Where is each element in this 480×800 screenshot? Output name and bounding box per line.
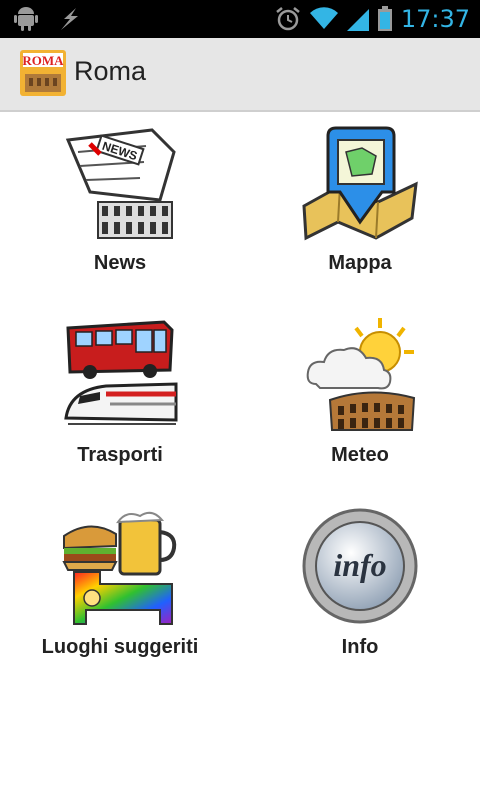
svg-text:ROMA: ROMA bbox=[22, 53, 64, 68]
menu-item-luoghi-suggeriti[interactable]: Luoghi suggeriti bbox=[0, 496, 240, 688]
menu-item-meteo[interactable]: Meteo bbox=[240, 304, 480, 496]
menu-item-trasporti[interactable]: Trasporti bbox=[0, 304, 240, 496]
menu-item-mappa[interactable]: Mappa bbox=[240, 112, 480, 304]
battery-icon bbox=[377, 6, 392, 31]
news-icon: NEWS bbox=[65, 128, 176, 239]
action-bar: ROMA Roma bbox=[0, 38, 480, 112]
svg-text:info: info bbox=[333, 547, 386, 583]
alarm-icon bbox=[276, 7, 300, 31]
weather-icon bbox=[306, 318, 416, 431]
menu-item-label: Trasporti bbox=[77, 444, 163, 466]
signal-icon bbox=[346, 9, 369, 31]
menu-item-label: News bbox=[93, 252, 147, 274]
app-logo-icon[interactable]: ROMA bbox=[20, 50, 66, 96]
info-icon: info bbox=[302, 508, 418, 624]
menu-item-label: Meteo bbox=[331, 444, 389, 466]
status-clock: 17:37 bbox=[400, 5, 470, 33]
places-icon bbox=[62, 511, 177, 625]
app-title: Roma bbox=[74, 56, 147, 86]
wifi-icon bbox=[309, 7, 338, 29]
android-icon bbox=[14, 7, 38, 31]
menu-item-label: Luoghi suggeriti bbox=[41, 636, 199, 658]
menu-item-label: Mappa bbox=[328, 252, 392, 274]
status-bar: 17:37 bbox=[0, 0, 480, 38]
menu-item-label: Info bbox=[341, 636, 379, 658]
menu-item-info[interactable]: info Info bbox=[240, 496, 480, 688]
usb-debug-icon bbox=[61, 8, 78, 30]
map-icon bbox=[302, 126, 418, 241]
transport-icon bbox=[64, 320, 178, 425]
menu-item-news[interactable]: NEWS News bbox=[0, 112, 240, 304]
